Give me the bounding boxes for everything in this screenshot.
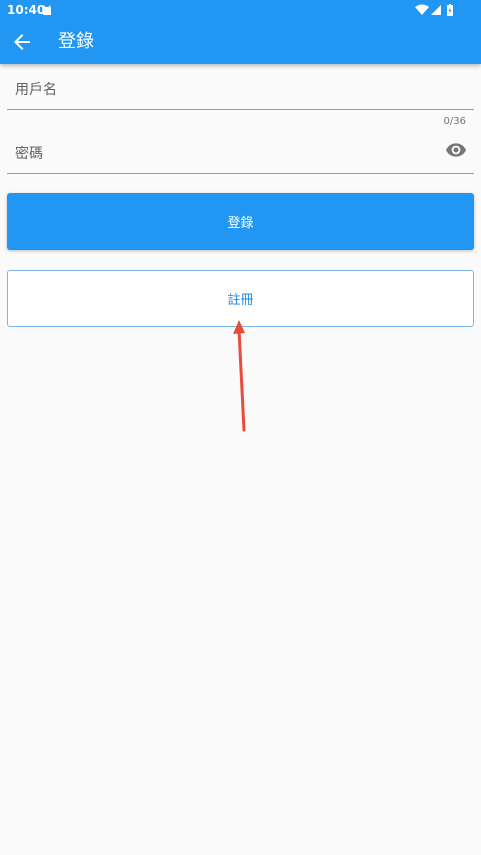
password-field[interactable]: 密碼 <box>7 128 474 174</box>
username-label: 用戶名 <box>15 82 57 98</box>
page-title: 登錄 <box>58 31 94 52</box>
notification-icon <box>43 5 51 15</box>
battery-icon <box>447 4 453 16</box>
status-bar: 10:40 <box>0 0 481 20</box>
wifi-icon <box>415 4 429 15</box>
username-counter: 0/36 <box>443 116 466 127</box>
annotation-arrow <box>233 320 246 432</box>
register-button-label: 註冊 <box>227 293 254 308</box>
status-time: 10:40 <box>7 3 46 17</box>
toolbar: 登錄 <box>0 20 481 64</box>
back-arrow-icon[interactable] <box>10 30 34 54</box>
status-icons <box>415 4 453 16</box>
login-button[interactable]: 登錄 <box>7 193 474 250</box>
password-label: 密碼 <box>15 146 43 162</box>
visibility-icon[interactable] <box>446 143 466 157</box>
username-field[interactable]: 用戶名 <box>7 64 474 110</box>
app-bar: 10:40 登錄 <box>0 0 481 64</box>
login-button-label: 登錄 <box>227 216 254 231</box>
signal-icon <box>431 5 441 15</box>
